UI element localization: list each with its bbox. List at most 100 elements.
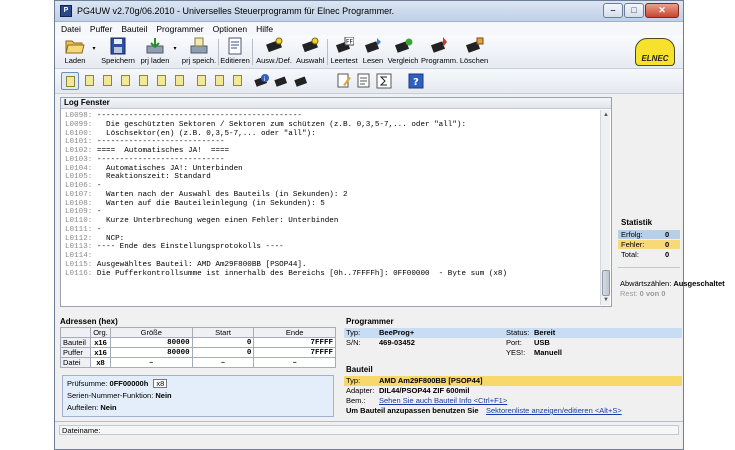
row-label: Bauteil [60, 337, 91, 348]
minimize-button[interactable]: – [603, 3, 623, 18]
secondary-toolbar: i ? [55, 69, 683, 94]
log-line-text: ---------------------------- [92, 155, 225, 164]
document-edit-icon[interactable] [117, 72, 135, 90]
chip-icon [302, 37, 319, 53]
stat-failure-value: 0 [665, 240, 670, 249]
menu-hilfe[interactable]: Hilfe [256, 24, 273, 34]
programmer-type-label: Typ: [346, 328, 361, 337]
log-line-number: L0116: [65, 269, 93, 278]
chip-verify-icon [394, 38, 413, 53]
programmer-device-panel: Programmer Typ: BeeProg+ Status: Bereit … [344, 317, 684, 421]
log-line-number: L0115: [65, 260, 93, 269]
select-define-button[interactable]: Ausw./Def. [254, 37, 294, 67]
col-header: Größe [110, 327, 193, 338]
project-load-button[interactable]: prj laden [140, 37, 170, 67]
programmer-port-label: Port: [506, 338, 522, 347]
project-save-button[interactable]: prj speich. [181, 37, 217, 67]
load-file-icon[interactable] [61, 72, 79, 90]
load-button[interactable]: Laden [61, 37, 89, 67]
log-scrollbar[interactable]: ▲ ▼ [600, 110, 610, 305]
table-row: Datei x8 – – – [60, 357, 336, 368]
document-save-icon[interactable] [135, 72, 153, 90]
scroll-thumb[interactable] [602, 270, 610, 296]
scroll-up-icon[interactable]: ▲ [602, 111, 610, 119]
menu-bauteil[interactable]: Bauteil [121, 24, 147, 34]
log-line: L0115: Ausgewähltes Bauteil: AMD Am29F80… [65, 261, 601, 270]
log-line-text: Die geschützten Sektoren / Sektoren zum … [92, 120, 467, 129]
save-label: Speichern [101, 56, 135, 65]
program-label: Programm. [421, 56, 459, 65]
menu-programmer[interactable]: Programmer [156, 24, 203, 34]
document-copy-icon[interactable] [99, 72, 117, 90]
statistics-panel: Statistik Erfolg: 0 Fehler: 0 Total: 0 A… [617, 109, 725, 307]
save-button[interactable]: Speichern [100, 37, 136, 67]
log-line-text: Löschsektor(en) (z.B. 0,3,5-7,... oder "… [92, 129, 316, 138]
row-label: Puffer [60, 347, 91, 358]
device-type-label: Typ: [346, 376, 361, 385]
document-icon[interactable] [81, 72, 99, 90]
programmer-status-label: Status: [506, 328, 530, 337]
end-cell: 7FFFF [253, 337, 336, 348]
log-line-text: Warten nach der Auswahl des Bauteils (in… [92, 190, 348, 199]
programmer-yes-value: Manuell [534, 348, 562, 357]
scroll-down-icon[interactable]: ▼ [602, 296, 610, 304]
programmer-type-value: BeeProg+ [379, 328, 415, 337]
start-cell: 0 [191, 347, 255, 358]
close-button[interactable]: ✕ [645, 3, 679, 18]
log-line-number: L0101: [65, 138, 93, 147]
chip-info-icon[interactable]: i [253, 72, 271, 90]
document-fill-icon[interactable] [153, 72, 171, 90]
log-line-number: L0098: [65, 112, 93, 120]
pencil-icon[interactable] [335, 72, 353, 90]
log-line-text: ---------------------------- [92, 138, 225, 147]
chip-erase-icon [465, 37, 484, 53]
app-icon: P [60, 5, 72, 17]
program-button[interactable]: Programm. [421, 37, 459, 67]
log-line-number: L0102: [65, 147, 93, 155]
programmer-type-row: Typ: BeeProg+ Status: Bereit [344, 328, 682, 338]
menu-optionen[interactable]: Optionen [213, 24, 248, 34]
col-header: Ende [253, 327, 336, 338]
blank-check-button[interactable]: FF Leertest [329, 37, 359, 67]
notes-icon[interactable] [355, 72, 373, 90]
chip-read-icon [364, 38, 381, 53]
document-swap-icon[interactable] [229, 72, 247, 90]
menu-datei[interactable]: Datei [61, 24, 81, 34]
sum-icon[interactable] [375, 72, 393, 90]
device-adapter-value: DIL44/PSOP44 ZIF 600mil [379, 386, 470, 395]
rest-value: 0 von 0 [639, 289, 666, 298]
checksum-value: 0FF00000h [109, 379, 149, 388]
project-save-label: prj speich. [181, 56, 217, 65]
menu-puffer[interactable]: Puffer [90, 24, 113, 34]
table-row: Bauteil x16 80000 0 7FFFF [60, 337, 336, 348]
edit-button[interactable]: Editieren [220, 37, 250, 67]
erase-button[interactable]: Löschen [459, 37, 489, 67]
log-content[interactable]: L0098: ---------------------------- -----… [61, 109, 601, 306]
maximize-button[interactable]: □ [624, 3, 644, 18]
edit-label: Editieren [220, 56, 250, 65]
chip-options-icon[interactable] [273, 72, 291, 90]
document-check-icon[interactable] [193, 72, 211, 90]
device-info-link[interactable]: Sehen Sie auch Bauteil Info <Ctrl+F1> [379, 396, 507, 406]
countdown-label: Abwärtszählen: [620, 279, 672, 288]
read-button[interactable]: Lesen [361, 37, 385, 67]
select-button[interactable]: Auswahl [296, 37, 324, 67]
log-line-number: L0103: [65, 155, 93, 164]
split-label: Aufteilen: [67, 403, 99, 412]
programmer-sn-label: S/N: [346, 338, 361, 347]
document-print-icon[interactable] [171, 72, 189, 90]
addresses-panel: Adressen (hex) Org. Größe Start Ende Bau… [60, 317, 339, 421]
sector-list-link[interactable]: Sektorenliste anzeigen/editieren <Alt+S> [486, 406, 622, 416]
verify-label: Vergleich [387, 56, 419, 65]
log-line: L0108: Warten auf die Bauteileinlegung (… [65, 200, 601, 209]
verify-button[interactable]: Vergleich [387, 37, 419, 67]
help-icon[interactable]: ? [407, 72, 425, 90]
document-compare-icon[interactable] [211, 72, 229, 90]
table-row: Puffer x16 80000 0 7FFFF [60, 347, 336, 358]
col-header [60, 327, 91, 338]
col-header: Org. [90, 327, 111, 338]
checksum-mode-chip[interactable]: x8 [153, 379, 168, 388]
chip-settings-icon[interactable] [293, 72, 311, 90]
chip-program-icon [430, 37, 447, 53]
log-window: Log Fenster L0098: ---------------------… [60, 97, 612, 307]
